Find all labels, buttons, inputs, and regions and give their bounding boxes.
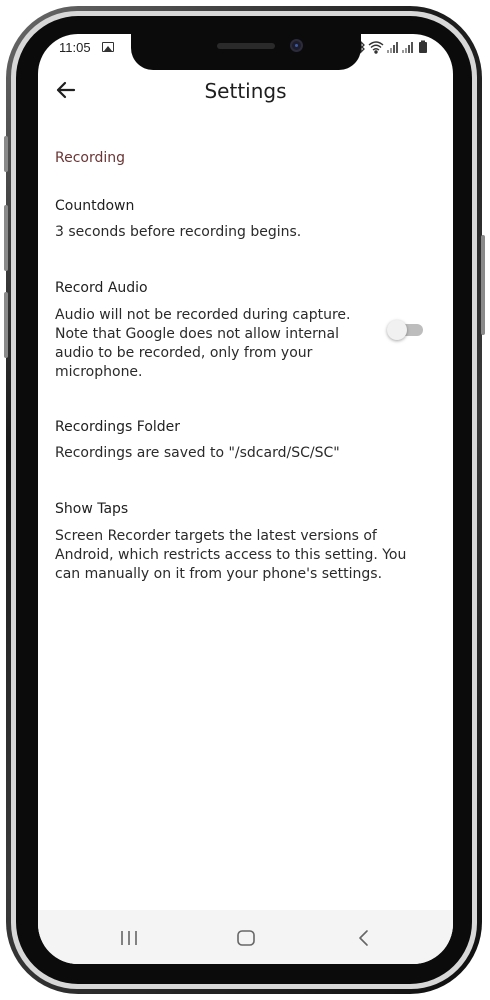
summary-line: Android, which restricts access to this … [55, 547, 407, 563]
summary-line: Audio will not be recorded during captur… [55, 307, 351, 323]
home-icon[interactable] [234, 928, 258, 948]
summary-line: audio to be recorded, only from your [55, 345, 313, 361]
image-icon [102, 42, 114, 52]
summary-line: Note that Google does not allow internal [55, 326, 340, 342]
recent-apps-icon[interactable] [117, 928, 141, 948]
earpiece-speaker [217, 43, 275, 49]
navigation-bar [38, 910, 453, 964]
status-icons [356, 39, 436, 55]
side-button-left-bottom [4, 292, 8, 358]
toggle-thumb [387, 320, 407, 340]
phone-screen: 11:05 Settings Recording Countdown 3 sec… [38, 34, 453, 964]
countdown-title: Countdown [55, 198, 135, 214]
wifi-icon [368, 41, 384, 54]
show-taps-summary: Screen Recorder targets the latest versi… [55, 527, 406, 584]
status-time: 11:05 [59, 40, 91, 55]
summary-line: Screen Recorder targets the latest versi… [55, 528, 377, 544]
section-header-recording: Recording [55, 150, 126, 166]
front-camera [290, 39, 303, 52]
side-button-left-top [4, 136, 8, 172]
summary-line: can manually on it from your phone's set… [55, 566, 383, 582]
signal-icon [402, 42, 413, 53]
record-audio-title: Record Audio [55, 280, 148, 296]
page-title: Settings [204, 79, 287, 103]
countdown-summary: 3 seconds before recording begins. [55, 224, 302, 240]
summary-line: microphone. [55, 364, 143, 380]
record-audio-toggle[interactable] [387, 320, 425, 340]
signal-icon [387, 42, 398, 53]
recordings-folder-summary: Recordings are saved to "/sdcard/SC/SC" [55, 445, 340, 461]
record-audio-summary: Audio will not be recorded during captur… [55, 306, 350, 382]
show-taps-title: Show Taps [55, 501, 129, 517]
battery-icon [419, 40, 427, 53]
side-button-left-middle [4, 205, 8, 271]
recordings-folder-title: Recordings Folder [55, 419, 181, 435]
back-icon[interactable] [352, 928, 376, 948]
notch [131, 34, 361, 70]
side-button-right [481, 235, 485, 335]
